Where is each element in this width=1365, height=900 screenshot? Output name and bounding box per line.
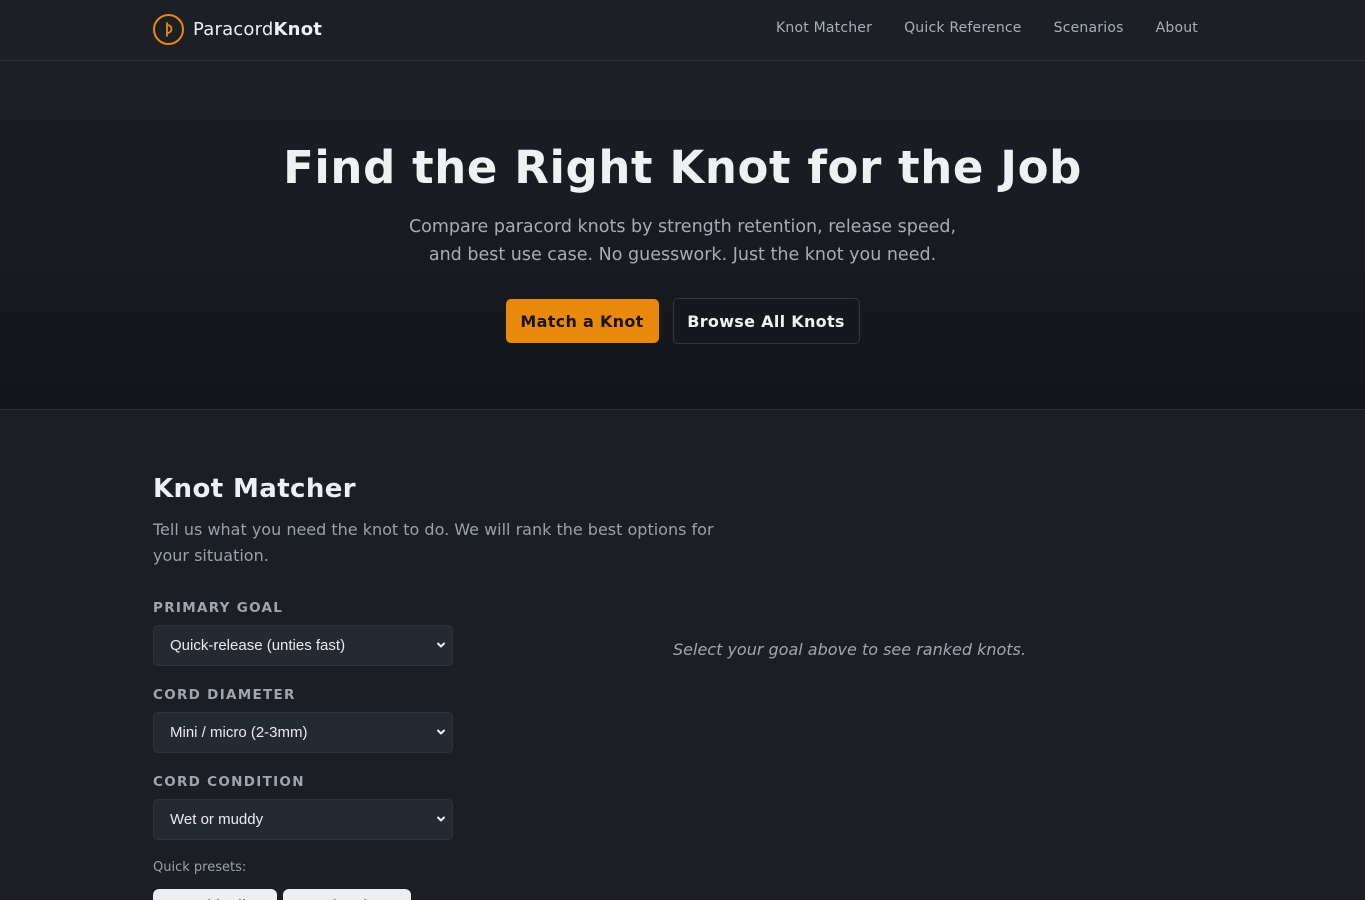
chevron-down-icon xyxy=(437,642,445,648)
primary-goal-value: Quick-release (unties fast) xyxy=(170,637,346,654)
hero-section: Find the Right Knot for the Job Compare … xyxy=(0,61,1365,410)
nav-about[interactable]: About xyxy=(1156,20,1198,36)
cord-diameter-value: Mini / micro (2-3mm) xyxy=(170,724,308,741)
chevron-down-icon xyxy=(437,816,445,822)
cord-condition-label: CORD CONDITION xyxy=(153,774,305,790)
brand-logo[interactable]: ParacordKnot xyxy=(153,14,322,45)
matcher-title: Knot Matcher xyxy=(153,474,357,504)
hero-title: Find the Right Knot for the Job xyxy=(283,141,1082,194)
site-header: ParacordKnot Knot Matcher Quick Referenc… xyxy=(0,0,1365,61)
preset-tarp-ridgeline[interactable]: Tarp ridgeline xyxy=(153,889,277,900)
cord-condition-value: Wet or muddy xyxy=(170,811,264,828)
match-a-knot-button[interactable]: Match a Knot xyxy=(505,299,659,343)
nav-quick-reference[interactable]: Quick Reference xyxy=(904,20,1022,36)
knot-logo-icon xyxy=(153,14,184,45)
main-nav: Knot Matcher Quick Reference Scenarios A… xyxy=(776,20,1198,36)
cord-diameter-label: CORD DIAMETER xyxy=(153,687,296,703)
preset-bear-bag-hang[interactable]: Bear bag hang xyxy=(282,889,412,900)
quick-presets-label: Quick presets: xyxy=(153,860,247,875)
results-placeholder: Select your goal above to see ranked kno… xyxy=(673,640,1026,659)
nav-knot-matcher[interactable]: Knot Matcher xyxy=(776,20,872,36)
brand-name: ParacordKnot xyxy=(193,19,323,40)
browse-all-knots-button[interactable]: Browse All Knots xyxy=(672,298,860,344)
chevron-down-icon xyxy=(437,729,445,735)
hero-subtitle: Compare paracord knots by strength reten… xyxy=(408,217,957,265)
primary-goal-select[interactable]: Quick-release (unties fast) xyxy=(153,625,453,666)
cord-diameter-select[interactable]: Mini / micro (2-3mm) xyxy=(153,712,453,753)
hero-actions: Match a Knot Browse All Knots xyxy=(0,298,1365,344)
primary-goal-label: PRIMARY GOAL xyxy=(153,600,284,616)
matcher-intro: Tell us what you need the knot to do. We… xyxy=(153,520,714,565)
nav-scenarios[interactable]: Scenarios xyxy=(1054,20,1124,36)
cord-condition-select[interactable]: Wet or muddy xyxy=(153,799,453,840)
knot-matcher-section: Knot Matcher Tell us what you need the k… xyxy=(0,410,1365,900)
quick-presets: Tarp ridgeline Bear bag hang xyxy=(153,889,412,900)
